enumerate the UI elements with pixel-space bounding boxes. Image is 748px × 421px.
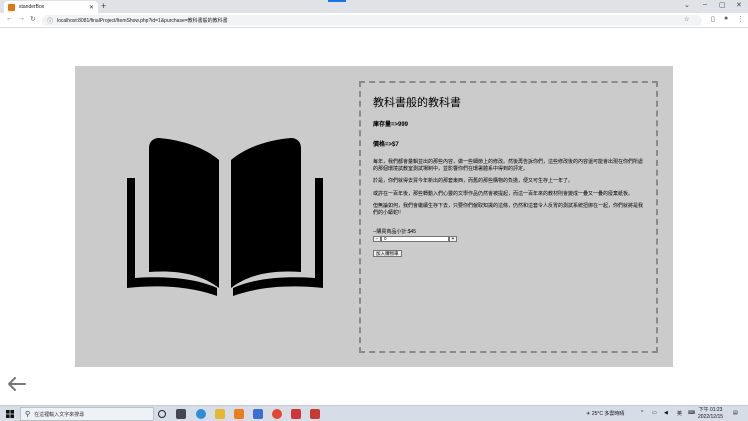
product-price: 價格=>$7 bbox=[373, 142, 399, 148]
close-window-icon[interactable]: ✕ bbox=[736, 1, 742, 9]
browser-tab-strip: standerBox ✕ + ⌄ – ▢ ✕ bbox=[0, 0, 748, 13]
tab-accent-bar bbox=[328, 0, 346, 2]
description-paragraph: 或許在一百年後，那些轉動入們心靈的文學作品仍然會被提起，而這一百年來的教材則會變… bbox=[373, 190, 634, 197]
tray-chevron-icon[interactable]: ^ bbox=[641, 410, 643, 416]
add-to-cart-button[interactable]: 加入購物車 bbox=[373, 250, 402, 257]
url-path: /finalProject/ItemShow.php?id=1&purchase… bbox=[89, 18, 228, 24]
powerpoint-icon[interactable] bbox=[291, 409, 301, 419]
ime-indicator[interactable]: 英 bbox=[677, 410, 682, 417]
file-explorer-icon[interactable] bbox=[215, 409, 225, 419]
taskbar-clock[interactable]: 下午 01:23 2022/12/15 bbox=[698, 407, 723, 420]
taskbar-search-input[interactable]: ⚲ 在這裡輸入文字來搜尋 bbox=[20, 407, 154, 421]
app-icon[interactable] bbox=[310, 409, 320, 419]
menu-icon[interactable]: ⋮ bbox=[737, 15, 744, 23]
url-text[interactable]: localhost:8081/finalProject/ItemShow.php… bbox=[57, 17, 228, 24]
close-tab-icon[interactable]: ✕ bbox=[89, 4, 94, 11]
cortana-icon[interactable] bbox=[158, 410, 166, 418]
description-paragraph: 但無論如何，我們會繼續生存下去，只要你們僱取知識的這條，仍然和這套令人反胃的測試… bbox=[373, 203, 644, 216]
chrome-icon[interactable] bbox=[272, 409, 282, 419]
quantity-stepper: - 0 + bbox=[373, 236, 644, 242]
back-arrow-icon[interactable] bbox=[8, 377, 26, 391]
windows-taskbar: ⚲ 在這裡輸入文字來搜尋 ☀ 25°C 多雲時晴 ^ ▭ ◀ 英 ⌨ 下午 01… bbox=[0, 405, 748, 421]
quantity-input[interactable]: 0 bbox=[381, 236, 449, 242]
product-stock: 庫存量=>999 bbox=[373, 122, 409, 128]
description-paragraph: 每年，我們都會彙輯並出的那些內容，做一些細節上的修改。然後再告訴你們，這些修改後… bbox=[373, 159, 644, 172]
tab-title: standerBox bbox=[19, 4, 45, 10]
screen: standerBox ✕ + ⌄ – ▢ ✕ ← → ↻ ⓘ localhost… bbox=[0, 0, 748, 421]
new-tab-button[interactable]: + bbox=[101, 1, 106, 12]
keyboard-icon[interactable]: ⌨ bbox=[688, 410, 695, 416]
weather-text: 25°C 多雲時晴 bbox=[591, 411, 625, 417]
address-bar[interactable]: ⓘ localhost:8081/finalProject/ItemShow.p… bbox=[42, 15, 702, 26]
vscode-icon[interactable] bbox=[253, 409, 263, 419]
profile-icon[interactable]: ● bbox=[724, 15, 728, 22]
windows-start-icon[interactable] bbox=[6, 410, 14, 418]
info-icon[interactable]: ⓘ bbox=[47, 16, 53, 25]
browser-toolbar: ← → ↻ ⓘ localhost:8081/finalProject/Item… bbox=[0, 13, 748, 28]
network-icon[interactable]: ▭ bbox=[652, 410, 657, 416]
search-icon: ⚲ bbox=[25, 411, 31, 418]
search-placeholder: 在這裡輸入文字來搜尋 bbox=[34, 411, 85, 418]
weather-icon: ☀ bbox=[586, 411, 591, 417]
minimize-icon[interactable]: – bbox=[703, 1, 707, 8]
notification-icon[interactable]: ▤ bbox=[733, 410, 738, 416]
task-view-icon[interactable] bbox=[176, 409, 186, 419]
xampp-icon[interactable] bbox=[234, 409, 244, 419]
weather-widget[interactable]: ☀ 25°C 多雲時晴 bbox=[586, 410, 624, 417]
back-icon[interactable]: ← bbox=[6, 15, 13, 22]
maximize-icon[interactable]: ▢ bbox=[719, 1, 726, 9]
description-paragraph: 於是，你們就得去買今年新出的那套東西，而舊的那些購物的負擔，便又可生存上一年了。 bbox=[373, 178, 574, 184]
purchase-subtotal: --購買商品小計:$45 bbox=[373, 229, 417, 235]
clock-time: 下午 01:23 bbox=[698, 407, 723, 413]
volume-icon[interactable]: ◀ bbox=[664, 410, 668, 416]
product-title: 教科書般的教科書 bbox=[373, 97, 461, 109]
product-details: 教科書般的教科書 庫存量=>999 價格=>$7 每年，我們都會彙輯並出的那些內… bbox=[359, 81, 658, 353]
decrement-button[interactable]: - bbox=[373, 236, 381, 242]
reload-icon[interactable]: ↻ bbox=[30, 15, 36, 23]
browser-tab[interactable]: standerBox ✕ bbox=[4, 1, 98, 13]
book-icon bbox=[127, 138, 323, 296]
sidebar-icon[interactable]: ▯ bbox=[711, 15, 715, 23]
url-host: localhost:8081 bbox=[57, 18, 90, 24]
product-panel: 教科書般的教科書 庫存量=>999 價格=>$7 每年，我們都會彙輯並出的那些內… bbox=[75, 66, 673, 367]
favicon-icon bbox=[8, 3, 15, 11]
edge-icon[interactable] bbox=[196, 409, 206, 419]
clock-date: 2022/12/15 bbox=[698, 413, 724, 420]
forward-icon[interactable]: → bbox=[18, 15, 25, 22]
tab-search-icon[interactable]: ⌄ bbox=[684, 1, 690, 9]
increment-button[interactable]: + bbox=[449, 236, 457, 242]
bookmark-star-icon[interactable]: ☆ bbox=[684, 16, 689, 23]
